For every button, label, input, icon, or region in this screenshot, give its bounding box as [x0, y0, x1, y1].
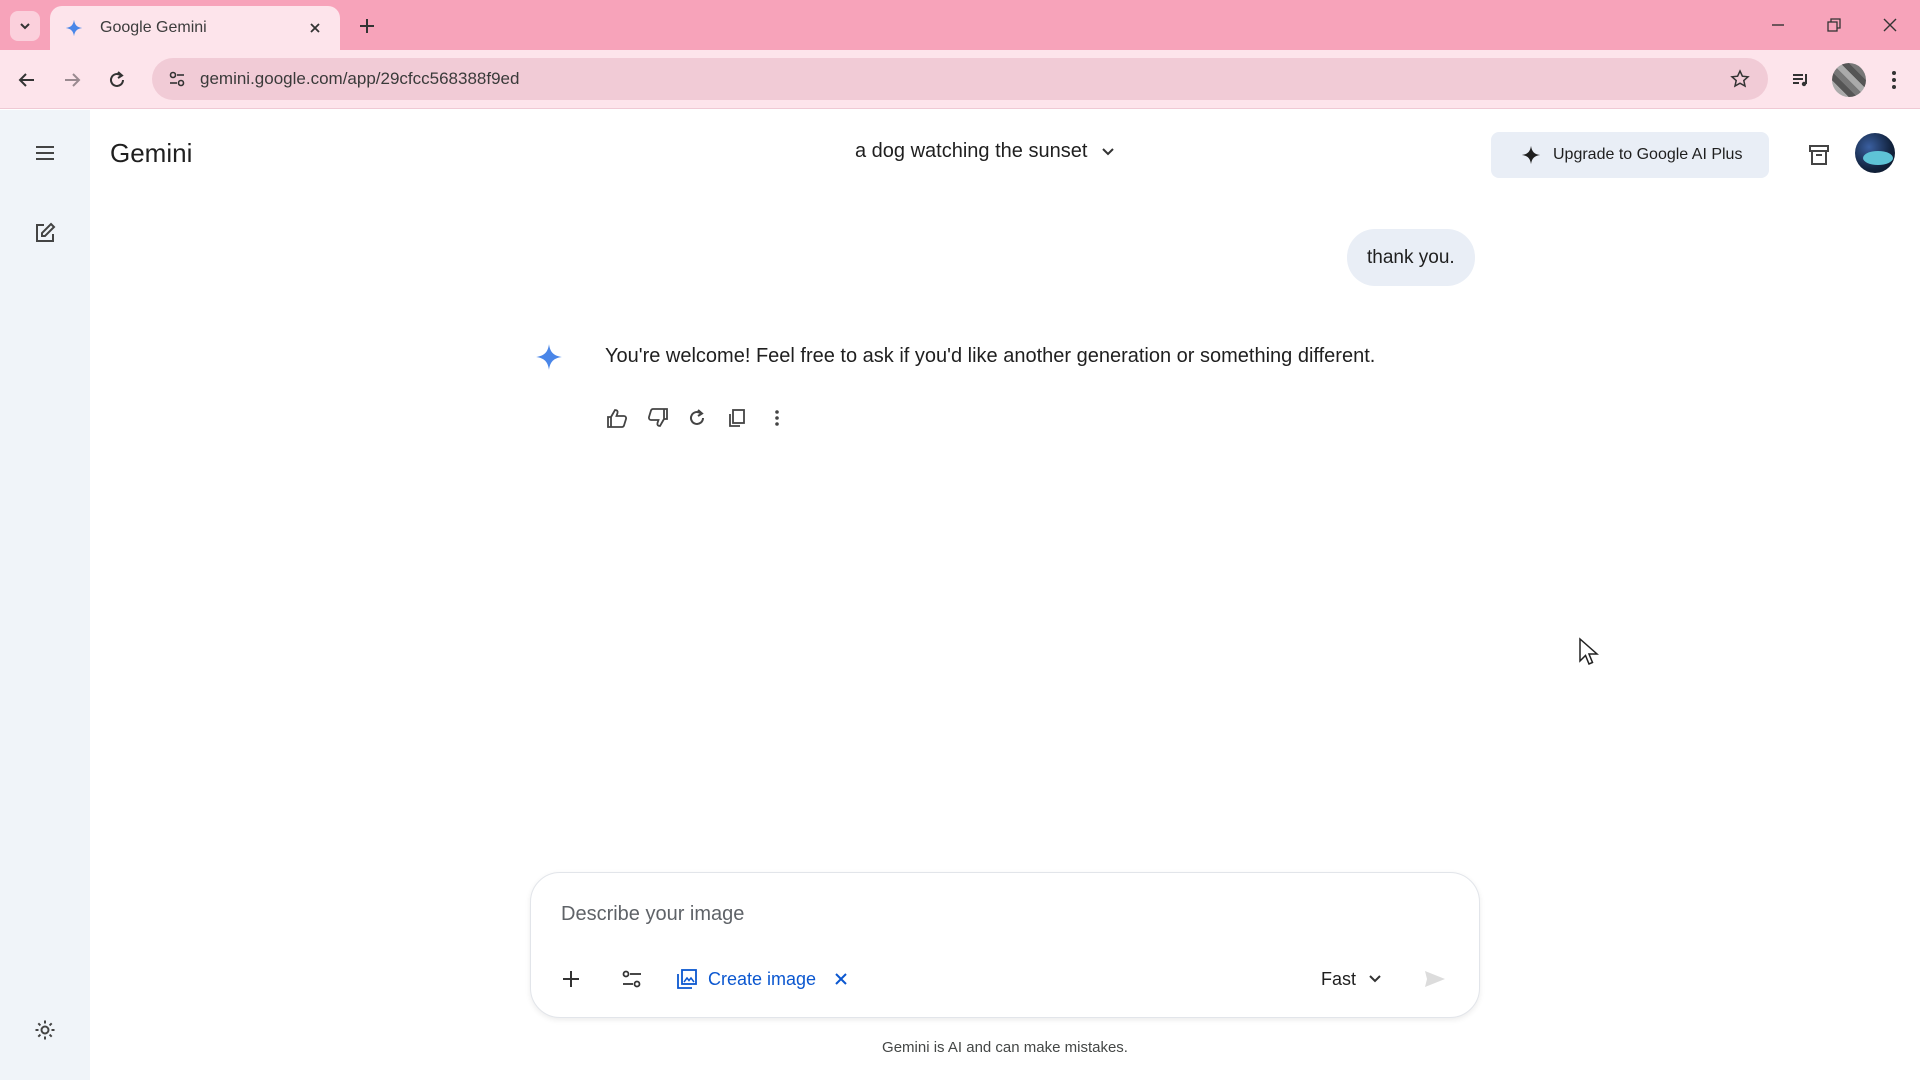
- model-mode-label: Fast: [1321, 968, 1357, 989]
- settings-button[interactable]: [25, 1010, 65, 1050]
- archive-icon: [1809, 145, 1829, 165]
- media-queue-icon: [1793, 74, 1807, 87]
- reload-button[interactable]: [100, 63, 134, 97]
- chevron-down-icon: [1102, 147, 1115, 155]
- new-chat-button[interactable]: [25, 213, 65, 253]
- forward-button[interactable]: [55, 63, 89, 97]
- tools-button[interactable]: [612, 959, 652, 999]
- bookmark-star-icon[interactable]: [1720, 59, 1760, 99]
- thumbs-down-button[interactable]: [640, 400, 676, 436]
- browser-profile-button[interactable]: [1832, 63, 1866, 97]
- temporary-chat-button[interactable]: [1797, 133, 1841, 177]
- send-button[interactable]: [1413, 957, 1457, 1001]
- upgrade-button[interactable]: Upgrade to Google AI Plus: [1491, 132, 1769, 178]
- user-message-bubble: thank you.: [1347, 229, 1475, 286]
- tab-title: Google Gemini: [100, 19, 207, 36]
- hamburger-icon: [36, 146, 54, 160]
- chevron-down-icon: [20, 23, 30, 30]
- address-bar[interactable]: gemini.google.com/app/29cfcc568388f9ed: [152, 58, 1768, 100]
- disclaimer-text: Gemini is AI and can make mistakes.: [882, 1039, 1128, 1056]
- image-icon: [677, 969, 697, 989]
- url-text: gemini.google.com/app/29cfcc568388f9ed: [200, 69, 520, 88]
- send-icon: [1425, 971, 1445, 987]
- thumbs-up-icon: [607, 409, 628, 428]
- new-tab-button[interactable]: [352, 11, 382, 41]
- arrow-right-icon: [65, 73, 81, 87]
- copy-icon: [729, 409, 745, 427]
- minimize-icon: [1772, 24, 1784, 26]
- upgrade-label: Upgrade to Google AI Plus: [1553, 146, 1743, 163]
- close-icon[interactable]: [834, 972, 848, 986]
- site-settings-icon[interactable]: [156, 58, 198, 100]
- browser-tab-strip: Google Gemini: [0, 0, 1920, 50]
- copy-button[interactable]: [719, 400, 755, 436]
- regenerate-button[interactable]: [679, 400, 715, 436]
- plus-icon: [360, 19, 374, 33]
- browser-toolbar: gemini.google.com/app/29cfcc568388f9ed: [0, 50, 1920, 109]
- browser-menu-button[interactable]: [1877, 63, 1911, 97]
- app-title: Gemini: [110, 138, 193, 168]
- gemini-sparkle-icon: [536, 344, 562, 370]
- redo-icon: [690, 409, 704, 425]
- model-mode-selector[interactable]: Fast: [1321, 961, 1382, 997]
- edit-icon: [36, 222, 56, 242]
- prompt-input[interactable]: Describe your image: [561, 903, 744, 926]
- main-menu-button[interactable]: [25, 133, 65, 173]
- add-attachment-button[interactable]: [551, 959, 591, 999]
- restore-icon: [1827, 18, 1841, 32]
- model-response-text: You're welcome! Feel free to ask if you'…: [605, 345, 1376, 367]
- prompt-composer: Describe your image Create image Fast: [530, 872, 1480, 1018]
- restore-window-button[interactable]: [1806, 0, 1862, 50]
- tab-search-button[interactable]: [10, 11, 40, 41]
- minimize-window-button[interactable]: [1750, 0, 1806, 50]
- account-avatar[interactable]: [1855, 133, 1895, 173]
- create-image-label: Create image: [708, 968, 817, 989]
- arrow-left-icon: [18, 73, 34, 87]
- gear-icon: [35, 1020, 55, 1040]
- chat-title-dropdown[interactable]: a dog watching the sunset: [855, 140, 1115, 163]
- back-button[interactable]: [10, 63, 44, 97]
- gemini-favicon-icon: [64, 18, 84, 38]
- thumbs-up-button[interactable]: [599, 400, 635, 436]
- side-rail: [0, 110, 90, 1080]
- plus-icon: [563, 971, 579, 987]
- close-window-button[interactable]: [1862, 0, 1918, 50]
- kebab-menu-icon: [1892, 71, 1896, 89]
- user-message-text: thank you.: [1367, 246, 1455, 268]
- mouse-cursor-icon: [1579, 637, 1599, 665]
- sparkle-icon: [1521, 145, 1541, 165]
- create-image-chip[interactable]: Create image: [676, 961, 848, 997]
- media-controls-button[interactable]: [1784, 63, 1818, 97]
- chevron-down-icon: [1369, 975, 1381, 983]
- more-options-button[interactable]: [759, 400, 795, 436]
- thumbs-down-icon: [647, 408, 668, 427]
- browser-tab-active[interactable]: Google Gemini: [50, 6, 340, 50]
- chat-title-text: a dog watching the sunset: [855, 140, 1088, 162]
- close-icon: [1883, 18, 1897, 32]
- reload-icon: [110, 71, 124, 87]
- close-tab-icon[interactable]: [304, 17, 326, 39]
- kebab-menu-icon: [775, 410, 779, 426]
- profile-avatar: [1832, 63, 1866, 97]
- tune-icon: [622, 970, 641, 988]
